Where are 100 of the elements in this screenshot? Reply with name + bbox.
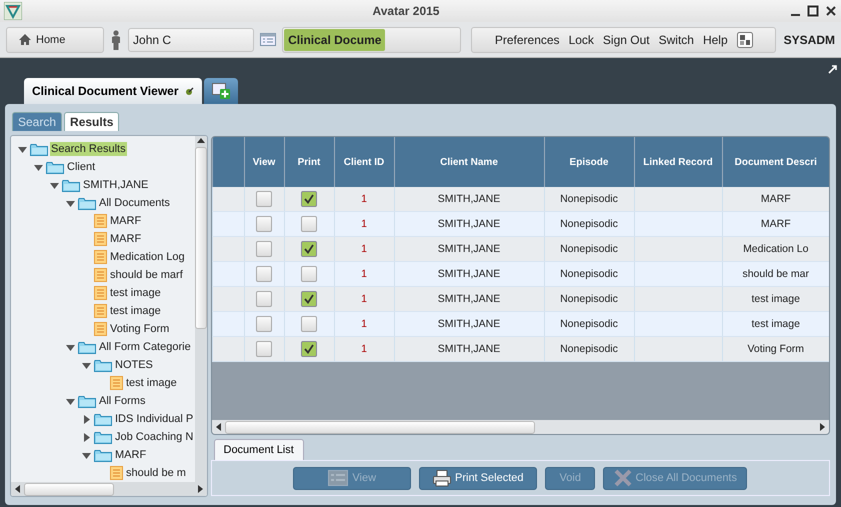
column-header[interactable]: Print <box>284 137 334 187</box>
expand-icon[interactable] <box>828 65 837 74</box>
checkbox[interactable] <box>256 241 272 257</box>
pin-icon[interactable] <box>184 86 194 96</box>
table-cell: 1 <box>334 286 394 312</box>
horizontal-scrollbar[interactable] <box>11 482 206 496</box>
checkbox[interactable] <box>301 216 317 232</box>
document-icon <box>94 322 107 336</box>
home-button[interactable]: Home <box>6 26 104 52</box>
client-field[interactable]: John C <box>128 28 254 52</box>
tree-item[interactable]: All Form Categorie <box>98 340 192 354</box>
folder-icon <box>78 394 96 408</box>
tree-item[interactable]: SMITH,JANE <box>82 178 150 192</box>
table-cell: 1 <box>334 336 394 362</box>
action-button[interactable]: Print Selected <box>419 466 538 490</box>
table-cell: SMITH,JANE <box>394 312 544 336</box>
toolbar-link[interactable]: Sign Out <box>602 32 650 46</box>
tree-item[interactable]: MARF <box>109 214 142 228</box>
tree-item[interactable]: test image <box>125 376 178 390</box>
scroll-left-icon[interactable] <box>214 422 222 432</box>
checkbox[interactable] <box>256 216 272 232</box>
toolbar-link[interactable]: Switch <box>658 32 694 46</box>
maximize-icon[interactable] <box>807 5 819 17</box>
close-icon[interactable] <box>825 5 837 17</box>
table-cell: 1 <box>334 312 394 336</box>
x-icon <box>614 469 632 487</box>
column-header[interactable]: Document Descri <box>722 137 829 187</box>
toolbar-link[interactable]: Preferences <box>494 32 560 46</box>
table-cell: SMITH,JANE <box>394 212 544 236</box>
table-cell: MARF <box>722 212 829 236</box>
tree-item[interactable]: Job Coaching N <box>114 430 194 444</box>
checkbox[interactable] <box>256 316 272 332</box>
scroll-right-icon[interactable] <box>196 484 204 494</box>
column-header[interactable]: View <box>244 137 284 187</box>
form-list-icon[interactable] <box>260 33 276 46</box>
scroll-thumb[interactable] <box>194 147 206 329</box>
checkbox[interactable] <box>301 241 317 257</box>
folder-icon <box>94 358 112 372</box>
tree-item[interactable]: Client <box>66 160 96 174</box>
checkbox[interactable] <box>256 341 272 357</box>
tree-item[interactable]: All Forms <box>98 394 146 408</box>
tree-item[interactable]: MARF <box>114 448 148 462</box>
new-tab-button[interactable] <box>204 78 238 104</box>
table-cell: SMITH,JANE <box>394 286 544 312</box>
toolbar-link[interactable]: Lock <box>568 32 594 46</box>
table-cell: Nonepisodic <box>544 262 634 286</box>
tree-item[interactable]: test image <box>109 286 162 300</box>
checkbox[interactable] <box>301 191 317 207</box>
horizontal-scrollbar[interactable] <box>212 420 829 434</box>
tree-item[interactable]: MARF <box>109 232 142 246</box>
document-icon <box>94 250 107 264</box>
document-icon <box>94 286 107 300</box>
tree-item[interactable]: All Documents <box>98 196 171 210</box>
checkbox[interactable] <box>301 291 317 307</box>
checkbox[interactable] <box>301 316 317 332</box>
tree-item[interactable]: NOTES <box>114 358 154 372</box>
list-icon <box>328 470 348 486</box>
tree-item[interactable]: Search Results <box>50 142 127 156</box>
checkbox[interactable] <box>256 191 272 207</box>
column-header[interactable]: Client Name <box>394 137 544 187</box>
document-list-tab[interactable]: Document List <box>214 439 304 460</box>
toolbar-link[interactable]: Help <box>702 32 728 46</box>
document-icon <box>94 268 107 282</box>
folder-icon <box>62 178 80 192</box>
column-header[interactable]: Client ID <box>334 137 394 187</box>
tree-item[interactable]: test image <box>109 304 162 318</box>
table-cell: Nonepisodic <box>544 236 634 262</box>
document-icon <box>110 466 123 480</box>
scroll-up-icon[interactable] <box>196 136 206 145</box>
vertical-scrollbar[interactable] <box>194 136 206 482</box>
checkbox[interactable] <box>256 291 272 307</box>
tree-item[interactable]: should be m <box>125 466 187 480</box>
folder-icon <box>30 142 48 156</box>
scroll-left-icon[interactable] <box>13 484 22 494</box>
checkbox[interactable] <box>256 266 272 282</box>
panel-tab[interactable]: Results <box>64 112 120 131</box>
collapsed-arrow-icon[interactable] <box>81 432 92 442</box>
folder-icon <box>46 160 64 174</box>
user-name: SYSADM <box>784 32 835 46</box>
folder-icon <box>94 430 112 444</box>
column-header[interactable]: Episode <box>544 137 634 187</box>
tree-item[interactable]: IDS Individual P <box>114 412 194 426</box>
table-cell: test image <box>722 312 829 336</box>
scroll-right-icon[interactable] <box>818 422 827 432</box>
check-icon <box>303 243 315 255</box>
checkbox[interactable] <box>301 266 317 282</box>
scroll-thumb[interactable] <box>24 482 114 496</box>
table-cell: MARF <box>722 187 829 212</box>
scroll-thumb[interactable] <box>224 420 534 434</box>
table-cell: 1 <box>334 187 394 212</box>
table-cell: Voting Form <box>722 336 829 362</box>
collapsed-arrow-icon[interactable] <box>81 414 92 424</box>
table-cell: SMITH,JANE <box>394 187 544 212</box>
checkbox[interactable] <box>301 341 317 357</box>
document-tab[interactable]: Clinical Document Viewer <box>24 78 202 104</box>
tree-item[interactable]: should be marf <box>109 268 184 282</box>
layout-icon[interactable] <box>736 32 753 48</box>
tree-item[interactable]: Medication Log <box>109 250 186 264</box>
tree-item[interactable]: Voting Form <box>109 322 170 336</box>
column-header[interactable]: Linked Record <box>634 137 722 187</box>
